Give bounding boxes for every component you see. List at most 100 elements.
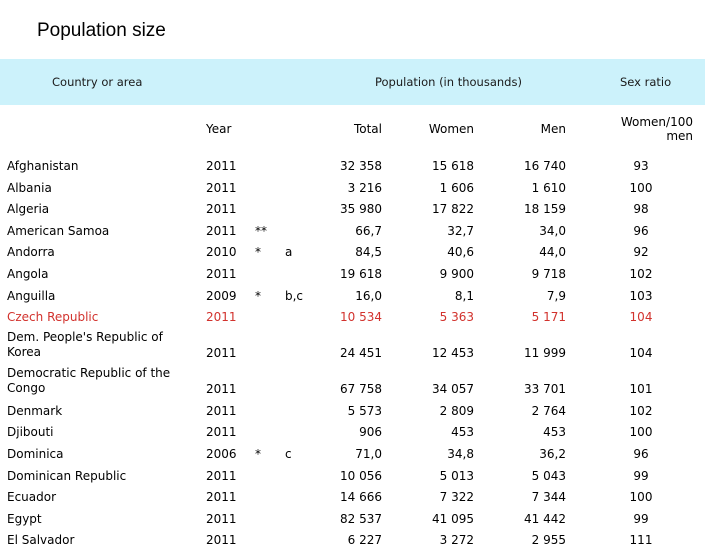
- table-row: Algeria 2011 35 980 17 822 18 159 98: [0, 198, 705, 220]
- cell-ratio: 98: [633, 202, 649, 217]
- cell-women: 2 809: [439, 403, 474, 418]
- table-row: Dominican Republic 2011 10 056 5 013 5 043 99: [0, 465, 705, 487]
- cell-women: 17 822: [432, 202, 474, 217]
- table-row: Czech Republic 2011 10 534 5 363 5 171 104: [0, 306, 705, 328]
- cell-ratio: 93: [633, 159, 649, 173]
- cell-country: Afghanistan: [7, 159, 79, 173]
- table-row: Anguilla 2009 * b,c 16,0 8,1 7,9 103: [0, 285, 705, 307]
- cell-total: 3 216: [347, 180, 382, 195]
- cell-country: Dominican Republic: [7, 468, 127, 483]
- cell-total: 66,7: [355, 223, 382, 238]
- cell-year: 2011: [206, 403, 237, 418]
- cell-women: 41 095: [432, 511, 474, 526]
- subheader-ratio: Women/100 men: [620, 115, 693, 143]
- cell-men: 36,2: [539, 446, 566, 461]
- cell-total: 35 980: [340, 202, 382, 217]
- cell-note: c: [285, 446, 292, 461]
- cell-men: 2 955: [531, 533, 566, 548]
- cell-year: 2011: [206, 180, 237, 195]
- cell-total: 67 758: [340, 381, 382, 396]
- cell-ratio: 103: [629, 288, 653, 303]
- cell-country: Dominica: [7, 446, 64, 461]
- cell-men: 7,9: [546, 288, 566, 303]
- cell-country: Democratic Republic of the Congo: [7, 365, 171, 395]
- cell-total: 6 227: [347, 533, 382, 548]
- table-row: Andorra 2010 * a 84,5 40,6 44,0 92: [0, 241, 705, 263]
- cell-ratio: 100: [629, 180, 653, 195]
- cell-ratio: 111: [629, 533, 653, 548]
- cell-country: El Salvador: [7, 533, 75, 548]
- subheader-women: Women: [428, 122, 474, 136]
- cell-ratio: 104: [629, 345, 653, 360]
- table-row: Democratic Republic of the Congo 2011 67 7…: [0, 364, 705, 400]
- cell-women: 12 453: [432, 345, 474, 360]
- cell-ratio: 100: [629, 490, 653, 505]
- cell-women: 5 013: [439, 468, 474, 483]
- cell-total: 14 666: [340, 490, 382, 505]
- cell-mark: *: [255, 245, 261, 260]
- cell-total: 10 534: [340, 310, 382, 325]
- cell-men: 41 442: [524, 511, 566, 526]
- cell-women: 3 272: [439, 533, 474, 548]
- cell-note: a: [285, 245, 293, 260]
- cell-year: 2011: [206, 381, 237, 396]
- cell-ratio: 101: [629, 381, 653, 396]
- cell-total: 82 537: [340, 511, 382, 526]
- cell-year: 2011: [206, 511, 237, 526]
- table-row: Afghanistan 2011 32 358 15 618 16 740 93: [0, 155, 705, 177]
- cell-year: 2011: [206, 159, 237, 173]
- table-body: Afghanistan 2011 32 358 15 618 16 740 93 Alban…: [0, 155, 705, 551]
- cell-year: 2006: [206, 446, 237, 461]
- cell-men: 11 999: [524, 345, 566, 360]
- cell-year: 2011: [206, 425, 237, 440]
- cell-country: Albania: [7, 180, 52, 195]
- cell-year: 2010: [206, 245, 237, 260]
- cell-women: 7 322: [439, 490, 474, 505]
- subheader-year: Year: [206, 122, 232, 136]
- cell-year: 2011: [206, 490, 237, 505]
- cell-men: 44,0: [539, 245, 566, 260]
- cell-country: Andorra: [7, 245, 55, 260]
- cell-women: 9 900: [439, 266, 474, 281]
- cell-men: 33 701: [524, 381, 566, 396]
- cell-year: 2011: [206, 533, 237, 548]
- cell-men: 34,0: [539, 223, 566, 238]
- cell-total: 5 573: [347, 403, 382, 418]
- cell-men: 1 610: [531, 180, 566, 195]
- cell-country: Dem. People's Republic of Korea: [7, 329, 163, 359]
- cell-country: American Samoa: [7, 223, 110, 238]
- cell-total: 16,0: [355, 288, 382, 303]
- cell-country: Algeria: [7, 202, 50, 217]
- table-subheader: Year Total Women Men Women/100 men: [0, 112, 705, 148]
- table-row: Denmark 2011 5 573 2 809 2 764 102: [0, 400, 705, 422]
- table-row: American Samoa 2011 ** 66,7 32,7 34,0 96: [0, 220, 705, 242]
- cell-women: 40,6: [447, 245, 474, 260]
- cell-total: 10 056: [340, 468, 382, 483]
- cell-women: 5 363: [439, 310, 474, 325]
- table-row: Djibouti 2011 906 453 453 100: [0, 421, 705, 443]
- cell-year: 2011: [206, 310, 237, 325]
- cell-total: 906: [359, 425, 382, 440]
- cell-ratio: 102: [629, 403, 653, 418]
- cell-ratio: 102: [629, 266, 653, 281]
- cell-country: Ecuador: [7, 490, 57, 505]
- cell-men: 9 718: [531, 266, 566, 281]
- cell-country: Denmark: [7, 403, 63, 418]
- table-row: Dominica 2006 * c 71,0 34,8 36,2 96: [0, 443, 705, 465]
- cell-year: 2011: [206, 345, 237, 360]
- cell-total: 71,0: [355, 446, 382, 461]
- cell-year: 2011: [206, 266, 237, 281]
- header-sex-ratio: Sex ratio: [620, 75, 672, 89]
- cell-men: 453: [543, 425, 566, 440]
- cell-country: Djibouti: [7, 425, 54, 440]
- cell-mark: *: [255, 288, 261, 303]
- cell-country: Egypt: [7, 511, 42, 526]
- cell-women: 34 057: [432, 381, 474, 396]
- table-row: Ecuador 2011 14 666 7 322 7 344 100: [0, 486, 705, 508]
- cell-total: 84,5: [355, 245, 382, 260]
- cell-women: 15 618: [432, 159, 474, 173]
- cell-mark: *: [255, 446, 261, 461]
- cell-women: 32,7: [447, 223, 474, 238]
- cell-total: 19 618: [340, 266, 382, 281]
- cell-men: 18 159: [524, 202, 566, 217]
